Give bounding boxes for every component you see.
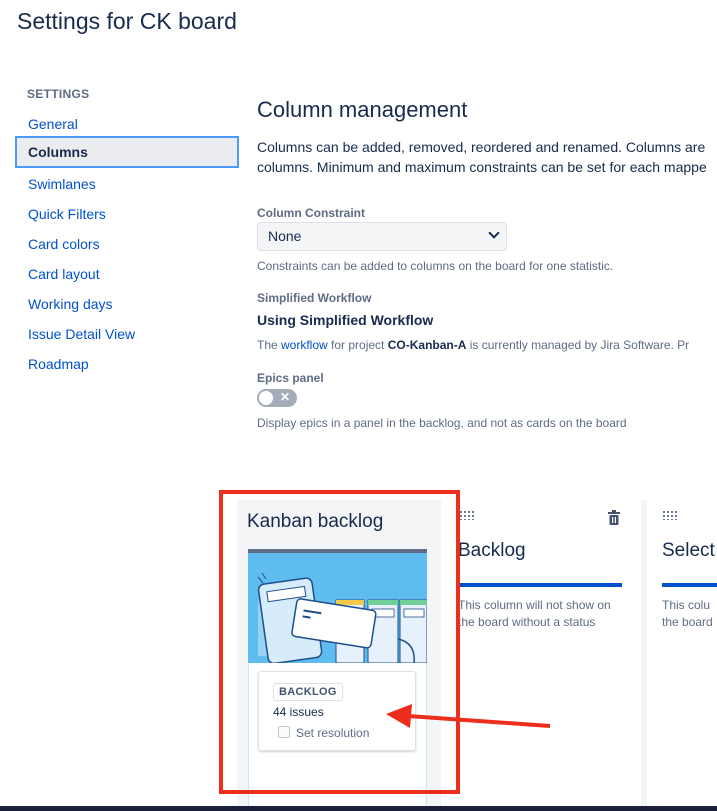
project-key: CO-Kanban-A [387,338,467,352]
issue-count: 44 issues [273,705,324,719]
constraint-help-text: Constraints can be added to columns on t… [257,259,614,273]
set-resolution-label: Set resolution [296,726,370,740]
status-lozenge: BACKLOG [273,683,343,701]
column-constraint-select[interactable]: None [257,222,507,251]
trash-icon[interactable] [607,510,621,526]
select-column-title: Select [662,540,715,561]
epics-panel-label: Epics panel [257,371,324,385]
workflow-text-after: is currently managed by Jira Software. P… [466,338,690,352]
note-line-1: This column will not show on [458,598,611,612]
note-line-2: the board [662,615,713,629]
select-column-note: This colu the board [662,597,717,631]
sidebar-item-card-layout[interactable]: Card layout [15,258,239,290]
column-description: Columns can be added, removed, reordered… [257,137,717,177]
sidebar-heading: SETTINGS [27,87,90,101]
description-line-2: columns. Minimum and maximum constraints… [257,159,707,175]
close-icon: ✕ [279,390,290,404]
sidebar-item-swimlanes[interactable]: Swimlanes [15,168,239,200]
note-line-2: the board without a status [458,615,596,629]
workflow-text-before: The [257,338,282,352]
simplified-workflow-heading: Using Simplified Workflow [257,312,434,328]
workflow-link[interactable]: workflow [281,338,328,352]
note-line-1: This colu [662,598,711,612]
section-title: Column management [257,97,468,122]
arrow-annotation [386,704,551,728]
epics-help-text: Display epics in a panel in the backlog,… [257,416,627,430]
sidebar-item-columns[interactable]: Columns [15,136,239,168]
bottom-strip [0,806,717,811]
simplified-workflow-label: Simplified Workflow [257,291,372,305]
page-title: Settings for CK board [17,8,237,34]
backlog-column-note: This column will not show on the board w… [458,597,628,631]
backlog-column[interactable]: Backlog This column will not show on the… [441,500,641,811]
column-constraint-value: None [268,228,302,244]
description-line-1: Columns can be added, removed, reordered… [257,139,706,155]
kanban-illustration [248,553,427,663]
column-constraint-label: Column Constraint [257,206,365,220]
sidebar-item-quick-filters[interactable]: Quick Filters [15,198,239,230]
backlog-column-title: Backlog [458,540,526,561]
set-resolution-checkbox[interactable] [278,726,290,738]
sidebar-item-card-colors[interactable]: Card colors [15,228,239,260]
select-column-bar [662,583,717,587]
sidebar-item-issue-detail-view[interactable]: Issue Detail View [15,318,239,350]
workflow-info: The workflow for project CO-Kanban-A is … [257,338,689,352]
drag-handle-icon[interactable] [459,510,475,520]
select-column[interactable]: Select This colu the board [647,500,717,811]
toggle-knob [259,391,273,405]
sidebar-item-roadmap[interactable]: Roadmap [15,348,239,380]
kanban-backlog-title: Kanban backlog [247,511,384,532]
chevron-down-icon [488,227,500,239]
sidebar-item-working-days[interactable]: Working days [15,288,239,320]
workflow-text-middle: for project [327,338,388,352]
backlog-column-bar [458,583,622,587]
drag-handle-icon[interactable] [662,510,678,520]
epics-panel-toggle[interactable]: ✕ [257,389,297,407]
